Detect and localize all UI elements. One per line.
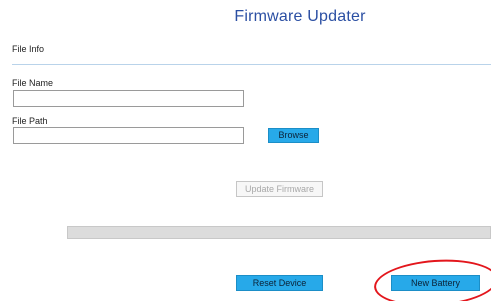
file-name-label: File Name <box>12 78 54 88</box>
firmware-updater-window: Firmware Updater File Info File Name Fil… <box>0 0 491 301</box>
reset-device-button[interactable]: Reset Device <box>236 275 323 291</box>
page-title: Firmware Updater <box>234 8 366 25</box>
file-path-label: File Path <box>12 116 48 126</box>
file-path-input[interactable] <box>13 127 244 144</box>
new-battery-button[interactable]: New Battery <box>391 275 480 291</box>
browse-button[interactable]: Browse <box>268 128 319 143</box>
file-info-heading: File Info <box>12 44 45 54</box>
section-divider <box>12 64 491 65</box>
file-name-input[interactable] <box>13 90 244 107</box>
update-firmware-button[interactable]: Update Firmware <box>236 181 323 197</box>
update-progress-bar <box>67 226 491 239</box>
